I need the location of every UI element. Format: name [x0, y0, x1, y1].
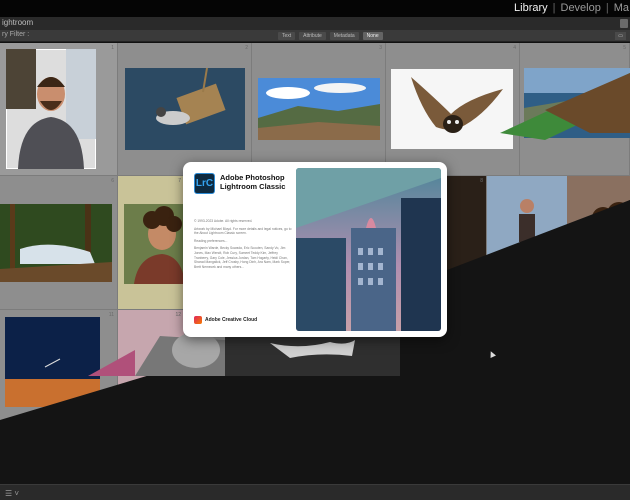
mountain-landscape-thumbnail[interactable]	[258, 78, 380, 140]
curly-portrait-thumbnail[interactable]	[124, 204, 185, 284]
waterfall-forest-thumbnail[interactable]	[0, 204, 112, 282]
portrait-thumbnail[interactable]	[6, 49, 96, 169]
grid-cell[interactable]: 12	[118, 310, 185, 443]
coastal-town-thumbnail[interactable]	[524, 68, 630, 138]
module-map[interactable]: Ma	[613, 2, 630, 14]
title-strip: ightroom	[0, 17, 630, 30]
filter-tab-none[interactable]: None	[362, 32, 383, 40]
creative-cloud-brand: Adobe Creative Cloud	[194, 316, 257, 324]
grid-cell[interactable]: 11	[0, 310, 118, 443]
owl-thumbnail[interactable]	[391, 69, 513, 149]
cell-index: 12	[175, 312, 181, 318]
grid-cell[interactable]: 8	[447, 176, 487, 310]
cell-index: 2	[245, 45, 248, 51]
cell-index: 7	[178, 178, 181, 184]
loading-status: Reading preferences...	[194, 238, 228, 243]
grid-cell[interactable]: 10	[567, 176, 630, 310]
splash-screen: LrC Adobe Photoshop Lightroom Classic © …	[183, 162, 447, 337]
filter-tabs: Text Attribute Metadata None	[278, 32, 383, 40]
app-name-line2: Lightroom Classic	[220, 182, 286, 191]
grid-cell[interactable]: 1	[0, 43, 118, 176]
library-filter-bar: ry Filter : Text Attribute Metadata None…	[0, 30, 630, 42]
cell-index: 1	[111, 45, 114, 51]
cell-index: 8	[480, 178, 483, 184]
filmstrip-bar: ☰ ˅	[0, 484, 630, 500]
top-panel: Library | Develop | Ma	[0, 0, 630, 17]
grid-cell[interactable]: 5	[520, 43, 630, 176]
filter-label: ry Filter :	[2, 31, 30, 38]
splash-legal-text: © 1993-2023 Adobe. All rights reserved. …	[194, 219, 292, 272]
creative-cloud-label: Adobe Creative Cloud	[205, 317, 258, 323]
app-name: Adobe Photoshop Lightroom Classic	[220, 173, 300, 191]
grid-cell[interactable]: 6	[0, 176, 118, 310]
splash-artwork	[296, 168, 441, 331]
grid-cell[interactable]: 3	[252, 43, 386, 176]
module-picker: Library | Develop | Ma	[513, 2, 630, 14]
cell-index: 3	[379, 45, 382, 51]
grid-cell[interactable]: 9	[487, 176, 567, 310]
grid-cell[interactable]: 7	[118, 176, 185, 310]
bird-feeder-thumbnail[interactable]	[125, 68, 245, 150]
smiling-portrait-thumbnail[interactable]	[567, 176, 630, 310]
lightroom-classic-logo: LrC	[194, 173, 215, 194]
night-sky-thumbnail[interactable]	[5, 317, 100, 407]
cell-index: 5	[623, 45, 626, 51]
copyright-text: © 1993-2023 Adobe. All rights reserved.	[194, 219, 253, 223]
filter-tab-text[interactable]: Text	[278, 32, 296, 40]
cell-index: 11	[108, 312, 114, 318]
artwork-credit: Artwork by Michael Bloyd. For more detai…	[194, 226, 292, 236]
credits-list: Benjamin Warde, Becky Sowada, Eric Scout…	[194, 246, 291, 269]
module-develop[interactable]: Develop	[560, 2, 602, 14]
standing-portrait-thumbnail[interactable]	[487, 176, 567, 310]
filter-tab-attribute[interactable]: Attribute	[299, 32, 326, 40]
grid-cell[interactable]: 4	[386, 43, 520, 176]
module-separator: |	[605, 2, 609, 14]
grid-cell[interactable]: 2	[118, 43, 252, 176]
creative-cloud-icon	[194, 316, 202, 324]
module-separator: |	[552, 2, 556, 14]
window-title: ightroom	[2, 18, 34, 27]
filter-tab-metadata[interactable]: Metadata	[329, 32, 359, 40]
cell-index: 6	[111, 178, 114, 184]
cell-index: 4	[513, 45, 516, 51]
panel-toggle-button[interactable]	[620, 19, 628, 28]
app-name-line1: Adobe Photoshop	[220, 173, 285, 182]
module-library[interactable]: Library	[513, 2, 549, 14]
grid-view-icon[interactable]: ☰ ˅	[5, 489, 19, 498]
filter-lock-button[interactable]: ▭	[615, 32, 626, 40]
